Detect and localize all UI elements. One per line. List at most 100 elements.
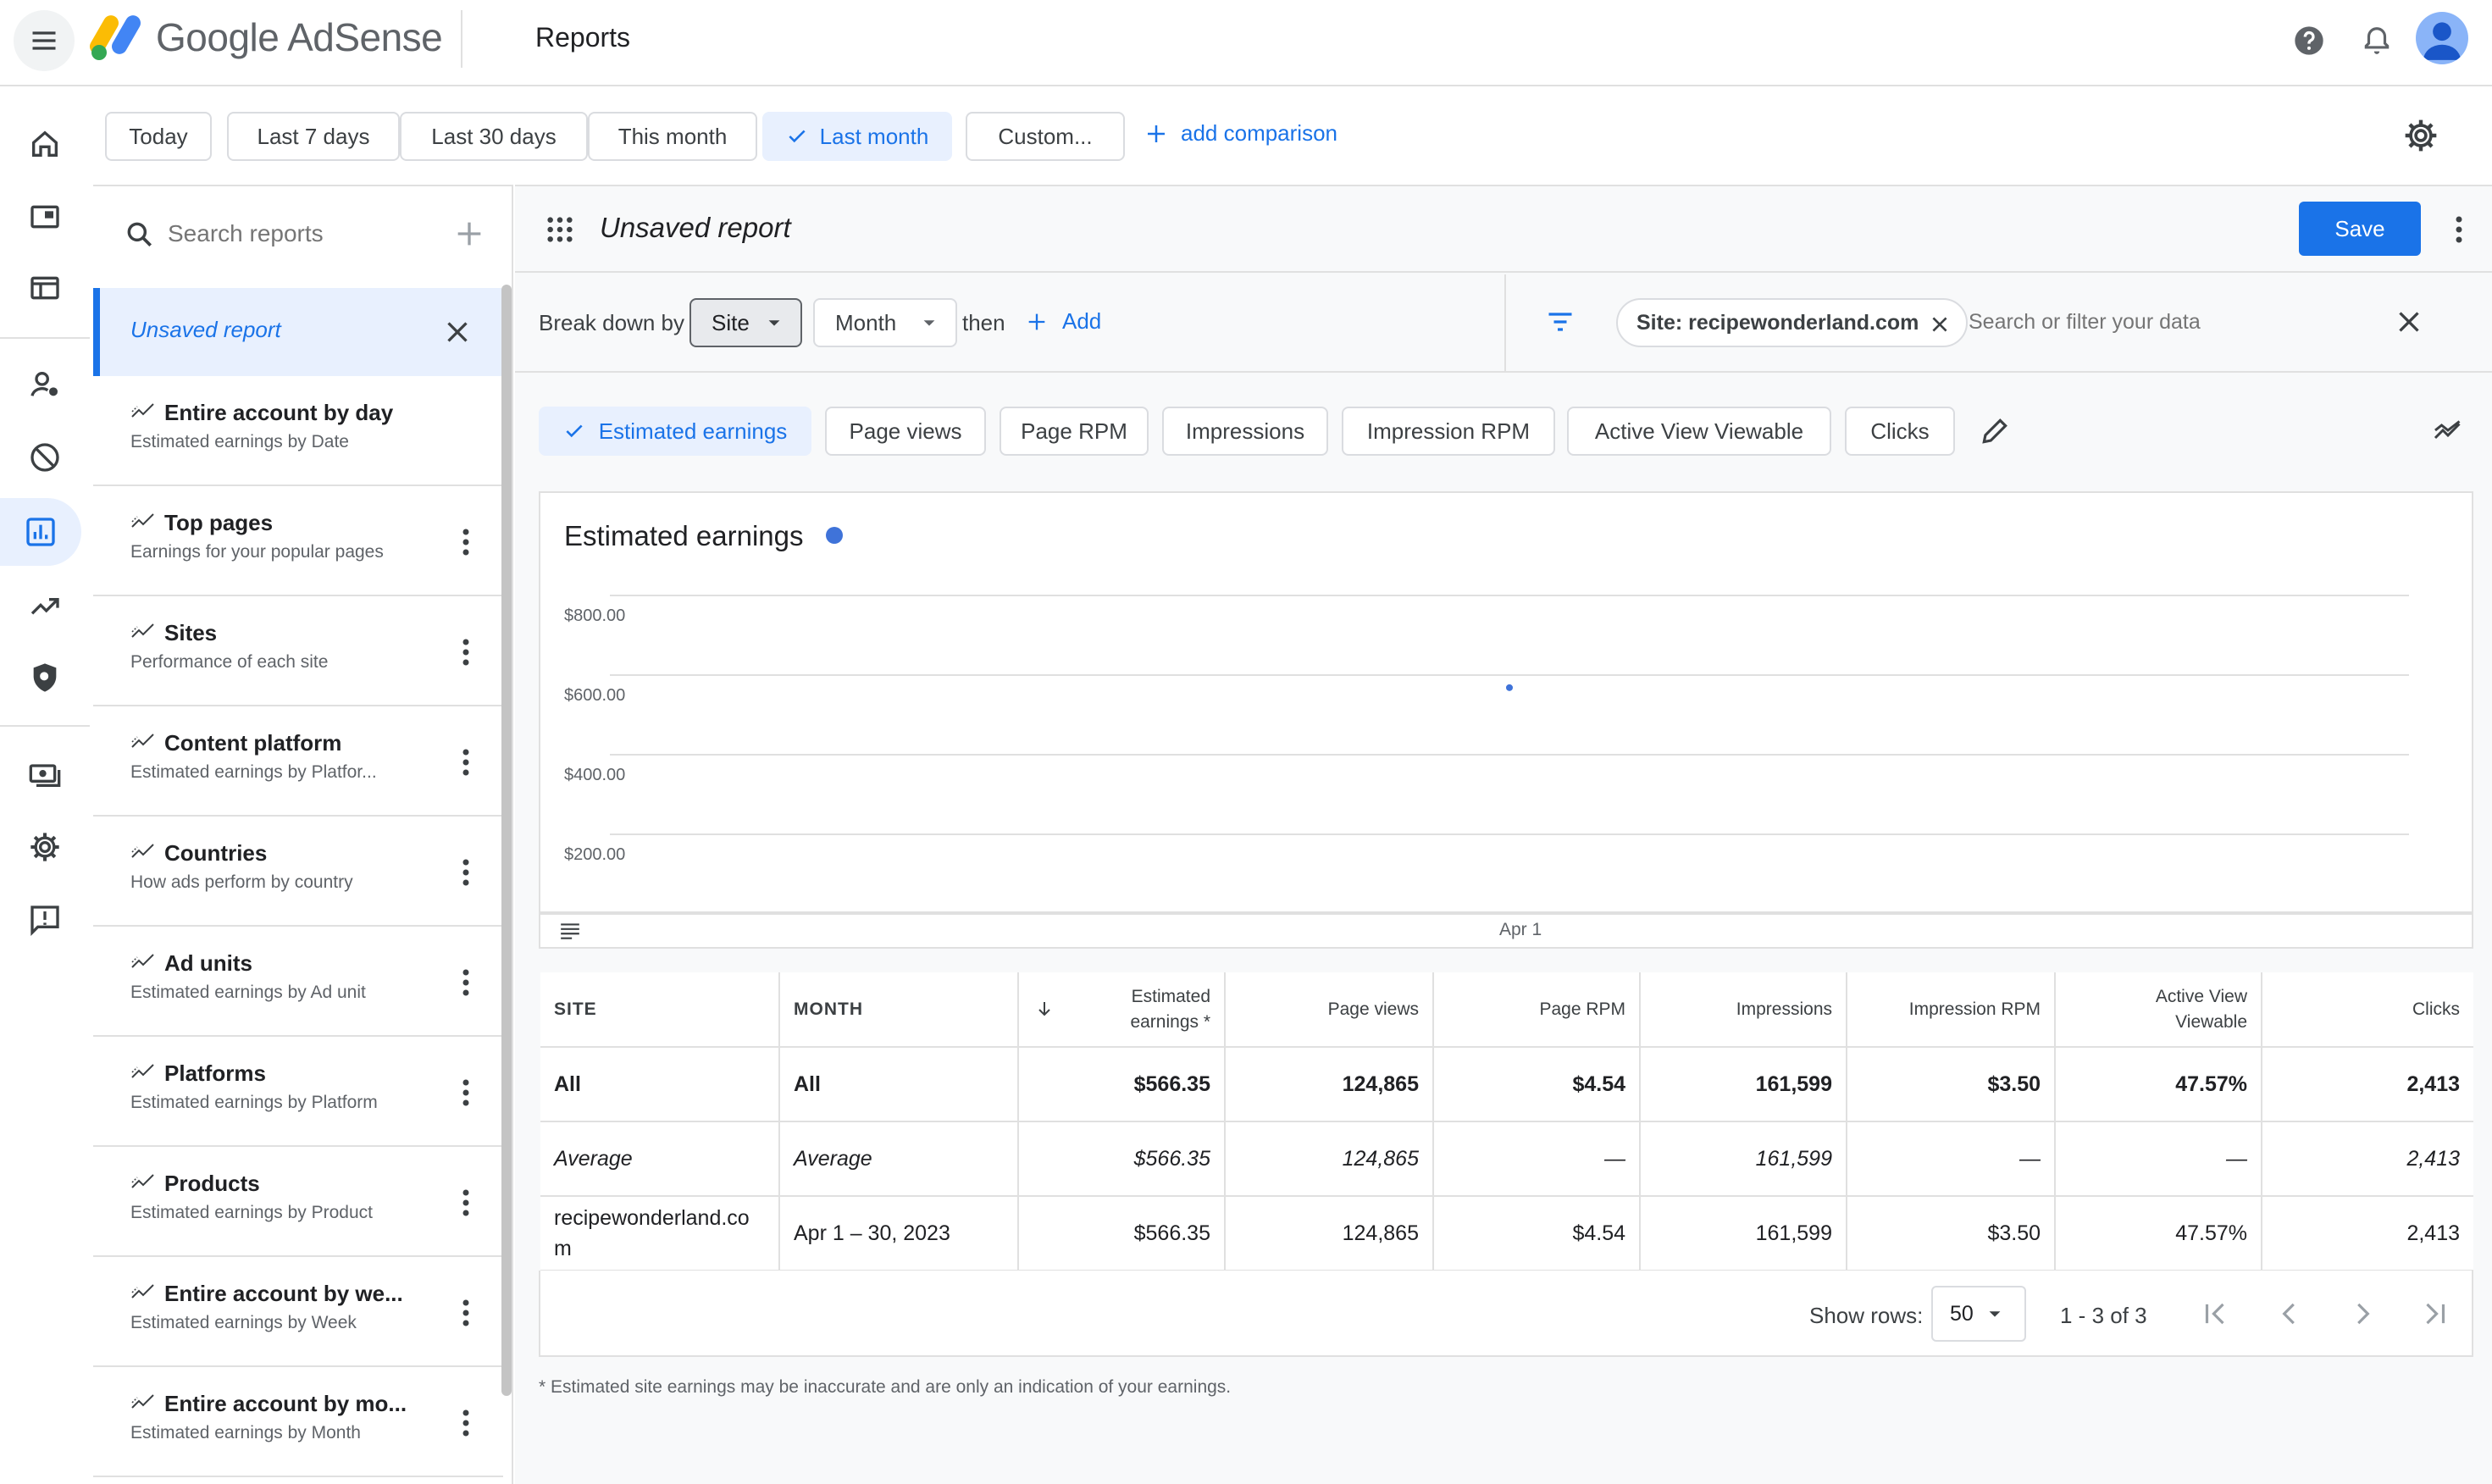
col-header-site[interactable]: SITE: [540, 972, 780, 1048]
metric-chip-clicks[interactable]: Clicks: [1845, 407, 1955, 456]
metric-chip-impressions[interactable]: Impressions: [1162, 407, 1328, 456]
sidebar-item-top-pages[interactable]: Top pages Earnings for your popular page…: [93, 486, 503, 596]
search-reports-input[interactable]: [168, 212, 422, 256]
report-more-button[interactable]: [449, 1294, 483, 1332]
breakdown-primary-dropdown[interactable]: Site: [689, 298, 802, 347]
report-more-button[interactable]: [449, 1074, 483, 1111]
date-chip-today[interactable]: Today: [105, 112, 212, 161]
col-header-impressions[interactable]: Impressions: [1640, 972, 1847, 1048]
nav-privacy-messaging[interactable]: [0, 351, 90, 418]
nav-feedback[interactable]: [0, 886, 90, 954]
add-breakdown-button[interactable]: Add: [1025, 308, 1101, 335]
table-cell: 47.57%: [2055, 1196, 2262, 1271]
col-header-clicks[interactable]: Clicks: [2262, 972, 2473, 1048]
report-more-button[interactable]: [449, 523, 483, 561]
metric-chip-active-view-viewable[interactable]: Active View Viewable: [1567, 407, 1831, 456]
col-header-estimated-earnings[interactable]: Estimated earnings *: [1018, 972, 1226, 1048]
nav-reports[interactable]: [0, 498, 81, 566]
edit-metrics-button[interactable]: [1979, 415, 2011, 447]
first-page-button[interactable]: [2199, 1298, 2231, 1330]
filter-chip-label: Site: recipewonderland.com: [1636, 310, 1919, 335]
adsense-logo[interactable]: Google AdSense: [90, 12, 443, 63]
multiline-chart-icon: [2434, 420, 2461, 440]
table-footer: [539, 1271, 2473, 1357]
sidebar-item-entire-account-by-day[interactable]: Entire account by day Estimated earnings…: [93, 376, 503, 486]
report-more-button[interactable]: [449, 1184, 483, 1221]
nav-optimization[interactable]: [0, 573, 90, 640]
date-chip-custom[interactable]: Custom...: [966, 112, 1125, 161]
filter-button[interactable]: [1545, 307, 1575, 337]
sidebar-item-content-platform[interactable]: Content platform Estimated earnings by P…: [93, 706, 503, 817]
report-more-button[interactable]: [449, 1404, 483, 1442]
search-filter-input[interactable]: [1969, 300, 2392, 344]
nav-home[interactable]: [0, 110, 90, 178]
close-icon[interactable]: [1929, 313, 1951, 335]
report-settings-button[interactable]: [2402, 117, 2439, 154]
previous-page-button[interactable]: [2273, 1298, 2306, 1330]
col-header-active-view-viewable[interactable]: Active View Viewable: [2055, 972, 2262, 1048]
next-page-button[interactable]: [2346, 1298, 2378, 1330]
table-row[interactable]: recipewonderland.com Apr 1 – 30, 2023 $5…: [540, 1196, 2473, 1271]
sidebar-item-countries[interactable]: Countries How ads perform by country: [93, 817, 503, 927]
last-page-button[interactable]: [2419, 1298, 2451, 1330]
col-header-impression-rpm[interactable]: Impression RPM: [1847, 972, 2056, 1048]
date-chip-this-month[interactable]: This month: [588, 112, 757, 161]
main-menu-button[interactable]: [14, 10, 75, 71]
date-chip-last-month[interactable]: Last month: [762, 112, 952, 161]
report-more-button[interactable]: [449, 964, 483, 1001]
sidebar-item-entire-account-by-week[interactable]: Entire account by we... Estimated earnin…: [93, 1257, 503, 1367]
sidebar-item-sites[interactable]: Sites Performance of each site: [93, 596, 503, 706]
more-vert-icon: [462, 969, 469, 996]
col-header-page-rpm[interactable]: Page RPM: [1433, 972, 1641, 1048]
toolbar-divider: [1504, 274, 1506, 373]
close-report-button[interactable]: [442, 317, 473, 347]
nav-payments[interactable]: [0, 740, 90, 808]
report-title[interactable]: Unsaved report: [600, 212, 791, 244]
nav-blocking-controls[interactable]: [0, 424, 90, 491]
col-header-month[interactable]: MONTH: [779, 972, 1019, 1048]
sidebar-item-unsaved-report[interactable]: Unsaved report: [93, 288, 501, 376]
earnings-footnote: * Estimated site earnings may be inaccur…: [539, 1377, 1232, 1397]
save-button[interactable]: Save: [2299, 202, 2421, 256]
table-cell: $4.54: [1433, 1046, 1641, 1122]
breakdown-secondary-dropdown[interactable]: Month: [813, 298, 958, 347]
add-comparison-button[interactable]: add comparison: [1144, 120, 1337, 147]
data-point[interactable]: [1506, 684, 1513, 691]
plus-icon: [1148, 125, 1165, 142]
nav-policy-center[interactable]: [0, 644, 90, 712]
sidebar-item-entire-account-by-month[interactable]: Entire account by mo... Estimated earnin…: [93, 1367, 503, 1477]
metric-chip-page-views[interactable]: Page views: [825, 407, 986, 456]
notifications-button[interactable]: [2353, 17, 2401, 64]
sidebar-scrollbar[interactable]: [501, 285, 512, 1396]
col-header-page-views[interactable]: Page views: [1225, 972, 1434, 1048]
plus-icon: [457, 222, 481, 246]
sidebar-item-ad-units[interactable]: Ad units Estimated earnings by Ad unit: [93, 927, 503, 1037]
table-cell: $4.54: [1433, 1196, 1641, 1271]
nav-sites[interactable]: [0, 254, 90, 322]
site-filter-chip[interactable]: Site: recipewonderland.com: [1616, 298, 1969, 347]
account-avatar[interactable]: [2416, 12, 2468, 64]
rows-per-page-select[interactable]: 50: [1931, 1286, 2026, 1342]
sidebar-item-platforms[interactable]: Platforms Estimated earnings by Platform: [93, 1037, 503, 1147]
brand-name: Google AdSense: [156, 15, 443, 59]
metric-chip-impression-rpm[interactable]: Impression RPM: [1342, 407, 1555, 456]
date-chip-last-30-days[interactable]: Last 30 days: [400, 112, 588, 161]
sidebar-item-products[interactable]: Products Estimated earnings by Product: [93, 1147, 503, 1257]
nav-account[interactable]: [0, 813, 90, 881]
new-report-button[interactable]: [452, 217, 486, 251]
date-chip-last-7-days[interactable]: Last 7 days: [227, 112, 400, 161]
metric-chip-label: Estimated earnings: [598, 418, 788, 444]
metric-chip-estimated-earnings[interactable]: Estimated earnings: [539, 407, 811, 456]
report-more-button[interactable]: [449, 634, 483, 671]
more-vert-icon: [462, 639, 469, 666]
chart-type-toggle[interactable]: [2431, 415, 2465, 446]
apps-grid-button[interactable]: [545, 215, 574, 244]
nav-ads[interactable]: [0, 183, 90, 251]
report-more-button[interactable]: [2455, 215, 2463, 244]
help-button[interactable]: [2285, 17, 2333, 64]
report-more-button[interactable]: [449, 744, 483, 781]
chart-data-table-toggle[interactable]: [559, 922, 581, 940]
metric-chip-page-rpm[interactable]: Page RPM: [1000, 407, 1149, 456]
clear-filters-button[interactable]: [2394, 307, 2424, 337]
report-more-button[interactable]: [449, 854, 483, 891]
